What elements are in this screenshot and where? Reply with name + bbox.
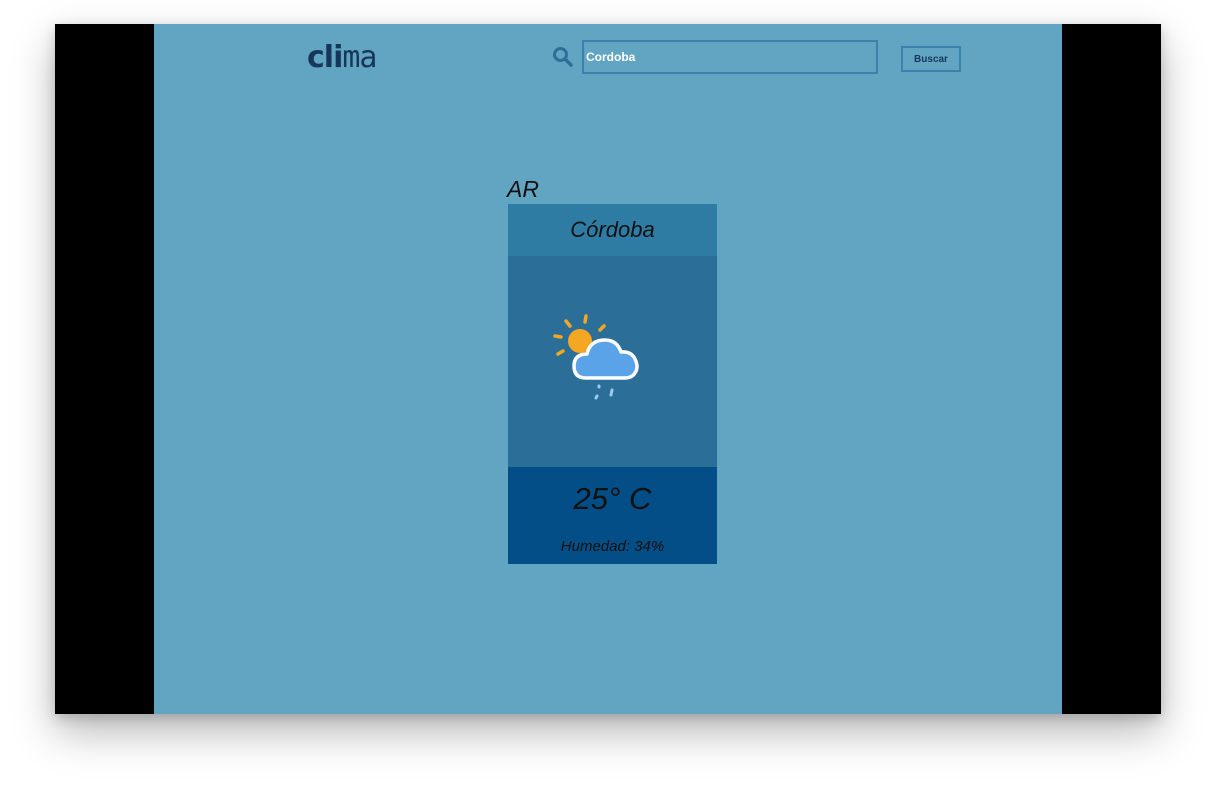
weather-card: Córdoba 25° C Humedad: 34% (508, 204, 717, 564)
search-input[interactable] (582, 40, 878, 74)
partly-cloudy-rain-icon (553, 314, 639, 400)
search-button[interactable]: Buscar (901, 46, 961, 72)
weather-app: clima Buscar AR Córdoba (154, 24, 1062, 714)
city-name: Córdoba (508, 204, 717, 256)
weather-icon-area (508, 256, 717, 467)
weather-details: 25° C Humedad: 34% (508, 467, 717, 564)
screen-frame: clima Buscar AR Córdoba (55, 24, 1161, 714)
country-code: AR (507, 176, 539, 202)
search-icon[interactable] (552, 46, 574, 68)
app-logo: clima (307, 40, 377, 75)
humidity: Humedad: 34% (560, 538, 665, 555)
temperature: 25° C (573, 481, 652, 516)
